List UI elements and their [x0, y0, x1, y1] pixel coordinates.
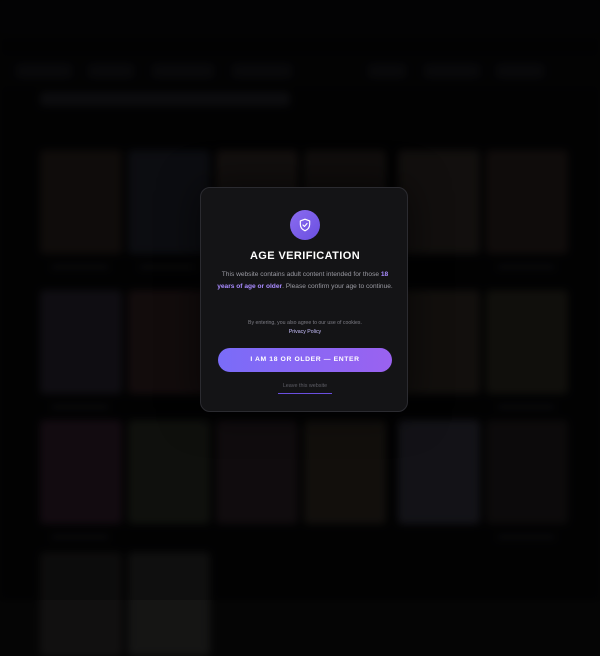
cookie-notice: By entering, you also agree to our use o…	[217, 319, 393, 337]
age-verification-dialog: AGE VERIFICATION This website contains a…	[200, 187, 408, 412]
privacy-policy-link[interactable]: Privacy Policy	[217, 328, 393, 337]
leave-website-link[interactable]: Leave this website	[201, 383, 409, 389]
enter-button[interactable]: I AM 18 OR OLDER — ENTER	[218, 348, 392, 372]
dialog-title: AGE VERIFICATION	[249, 250, 361, 262]
leave-link-underline	[278, 393, 332, 394]
description-text: This website contains adult content inte…	[221, 271, 380, 278]
description-text-end: . Please confirm your age to continue.	[282, 283, 393, 290]
cookie-notice-text: By entering, you also agree to our use o…	[248, 320, 362, 326]
shield-check-icon	[290, 210, 320, 240]
dialog-description: This website contains adult content inte…	[217, 269, 393, 293]
